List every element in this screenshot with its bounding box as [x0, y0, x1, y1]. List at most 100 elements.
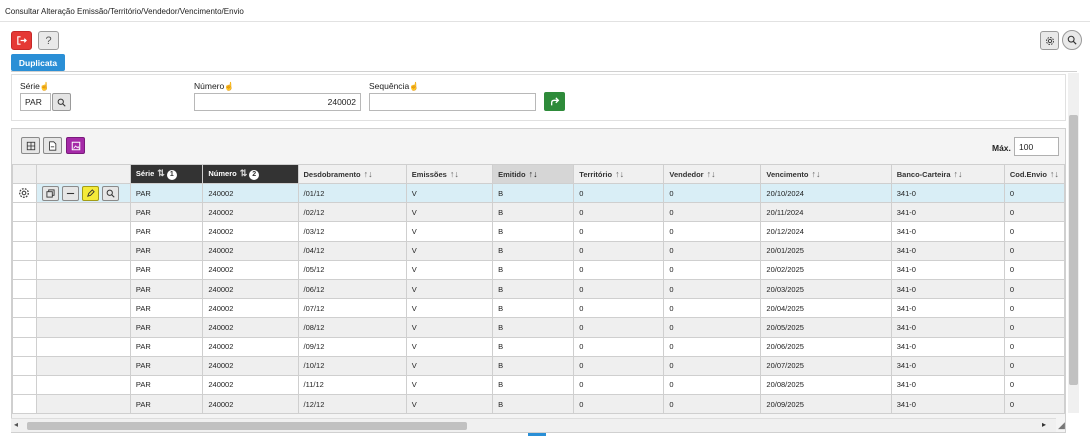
- sort-icon[interactable]: ⇅: [157, 168, 165, 178]
- col-header-emissoes[interactable]: Emissões ↑↓: [405, 164, 494, 184]
- search-icon: [1067, 35, 1077, 45]
- vertical-scroll-thumb[interactable]: [1069, 115, 1078, 385]
- table-cell: 0: [1003, 317, 1066, 338]
- copy-button[interactable]: [41, 185, 59, 201]
- col-header-desdobramento[interactable]: Desdobramento ↑↓: [297, 164, 407, 184]
- results-table: Série ⇅ 1 Número ⇅ 2 Desdobramento ↑↓ Emissõe…: [12, 164, 1066, 415]
- table-row[interactable]: PAR 240002/10/12 V B 0 0 20/07/2025 341-0 0: [12, 355, 1066, 376]
- sort-icon[interactable]: ↑↓: [1050, 169, 1059, 179]
- table-cell: /06/12: [297, 278, 407, 300]
- image-button[interactable]: [66, 137, 85, 154]
- gear-icon[interactable]: [18, 187, 30, 199]
- settings-button[interactable]: [1040, 31, 1059, 50]
- search-icon: [106, 189, 115, 198]
- resize-handle-icon[interactable]: ◢: [1058, 420, 1065, 431]
- go-button[interactable]: [544, 92, 565, 111]
- col-header-cod-envio[interactable]: Cod.Envio ↑↓: [1003, 164, 1066, 184]
- col-header-vendedor[interactable]: Vendedor ↑↓: [663, 164, 762, 184]
- table-cell: B: [492, 317, 575, 338]
- row-actions: [35, 240, 131, 261]
- table-row[interactable]: PAR 240002/07/12 V B 0 0 20/04/2025 341-0 0: [12, 298, 1066, 319]
- scroll-right-icon[interactable]: ▸: [1042, 420, 1046, 429]
- table-row[interactable]: PAR 240002/05/12 V B 0 0 20/02/2025 341-0 0: [12, 259, 1066, 280]
- table-cell: PAR: [129, 278, 204, 300]
- table-cell: 341-0: [890, 221, 1005, 242]
- table-cell: 20/06/2025: [760, 336, 892, 357]
- table-row[interactable]: PAR 240002/06/12 V B 0 0 20/03/2025 341-0 0: [12, 278, 1066, 300]
- table-row[interactable]: PAR 240002/01/12 V B 0 0 20/10/2024 341-0 0: [12, 182, 1066, 204]
- search-button[interactable]: [1062, 30, 1082, 50]
- table-cell: 0: [1003, 202, 1066, 223]
- table-cell: 0: [1003, 336, 1066, 357]
- filter-panel: Série☝ PAR Número☝ 240002 Sequência☝: [11, 74, 1066, 121]
- table-cell: 0: [573, 278, 665, 300]
- col-header-banco-carteira[interactable]: Banco-Carteira ↑↓: [890, 164, 1005, 184]
- table-cell: B: [492, 202, 575, 223]
- sort-icon[interactable]: ⇅: [240, 168, 248, 178]
- col-header-numero[interactable]: Número ⇅ 2: [202, 164, 299, 184]
- sort-icon[interactable]: ↑↓: [364, 169, 373, 179]
- table-cell: 0: [1003, 221, 1066, 242]
- table-cell: /10/12: [297, 355, 407, 376]
- row-gutter: [12, 374, 37, 396]
- table-cell: PAR: [129, 374, 204, 396]
- sort-icon[interactable]: ↑↓: [450, 169, 459, 179]
- table-cell: 20/01/2025: [760, 240, 892, 261]
- row-actions: [35, 394, 131, 415]
- exit-icon: [17, 36, 27, 45]
- table-row[interactable]: PAR 240002/04/12 V B 0 0 20/01/2025 341-0 0: [12, 240, 1066, 261]
- table-row[interactable]: PAR 240002/02/12 V B 0 0 20/11/2024 341-0 0: [12, 202, 1066, 223]
- table-cell: B: [492, 355, 575, 376]
- table-row[interactable]: PAR 240002/08/12 V B 0 0 20/05/2025 341-0 0: [12, 317, 1066, 338]
- serie-input[interactable]: PAR: [20, 93, 51, 111]
- page-title: Consultar Alteração Emissão/Território/V…: [5, 7, 244, 16]
- numero-input[interactable]: 240002: [194, 93, 361, 111]
- table-cell: 0: [573, 317, 665, 338]
- table-cell: 240002: [202, 394, 299, 415]
- col-header-vencimento[interactable]: Vencimento ↑↓: [760, 164, 892, 184]
- table-cell: 240002: [202, 355, 299, 376]
- sort-icon[interactable]: ↑↓: [615, 169, 624, 179]
- scroll-left-icon[interactable]: ◂: [14, 420, 18, 429]
- sort-icon[interactable]: ↑↓: [954, 169, 963, 179]
- serie-search-button[interactable]: [52, 93, 71, 111]
- edit-button[interactable]: [81, 185, 99, 201]
- col-header-emitido[interactable]: Emitido ↑↓: [492, 164, 575, 184]
- export-button[interactable]: [43, 137, 62, 154]
- exit-button[interactable]: [11, 31, 32, 50]
- table-row[interactable]: PAR 240002/11/12 V B 0 0 20/08/2025 341-0 0: [12, 374, 1066, 396]
- table-cell: /02/12: [297, 202, 407, 223]
- remove-button[interactable]: [61, 185, 79, 201]
- tab-duplicata[interactable]: Duplicata: [11, 54, 65, 71]
- sequencia-input[interactable]: [369, 93, 536, 111]
- table-cell: 0: [1003, 374, 1066, 396]
- table-cell: /08/12: [297, 317, 407, 338]
- col-header-territorio[interactable]: Território ↑↓: [573, 164, 665, 184]
- grid-view-button[interactable]: [21, 137, 40, 154]
- table-cell: 0: [663, 394, 762, 415]
- table-cell: 0: [573, 259, 665, 280]
- table-cell: 0: [663, 259, 762, 280]
- actions-header: [35, 164, 131, 184]
- max-input[interactable]: 100: [1014, 137, 1059, 156]
- table-cell: 20/12/2024: [760, 221, 892, 242]
- view-button[interactable]: [101, 185, 119, 201]
- table-row[interactable]: PAR 240002/09/12 V B 0 0 20/06/2025 341-0 0: [12, 336, 1066, 357]
- row-actions: [35, 182, 131, 204]
- sort-icon[interactable]: ↑↓: [812, 169, 821, 179]
- table-cell: 0: [663, 240, 762, 261]
- sort-icon[interactable]: ↑↓: [707, 169, 716, 179]
- horizontal-scroll-thumb[interactable]: [27, 422, 467, 430]
- horizontal-scrollbar[interactable]: ◂ ▸: [11, 418, 1056, 432]
- row-actions: [35, 317, 131, 338]
- table-row[interactable]: PAR 240002/12/12 V B 0 0 20/09/2025 341-0 0: [12, 394, 1066, 415]
- col-header-serie[interactable]: Série ⇅ 1: [129, 164, 204, 184]
- table-cell: 0: [663, 374, 762, 396]
- table-cell: PAR: [129, 336, 204, 357]
- help-button[interactable]: ?: [38, 31, 59, 50]
- grid-panel: Máx. 100 Série ⇅ 1 Número ⇅ 2 Desdobramento ↑…: [11, 128, 1066, 433]
- arrow-right-icon: [550, 96, 559, 105]
- table-row[interactable]: PAR 240002/03/12 V B 0 0 20/12/2024 341-0 0: [12, 221, 1066, 242]
- sort-icon[interactable]: ↑↓: [529, 169, 538, 179]
- table-cell: PAR: [129, 394, 204, 415]
